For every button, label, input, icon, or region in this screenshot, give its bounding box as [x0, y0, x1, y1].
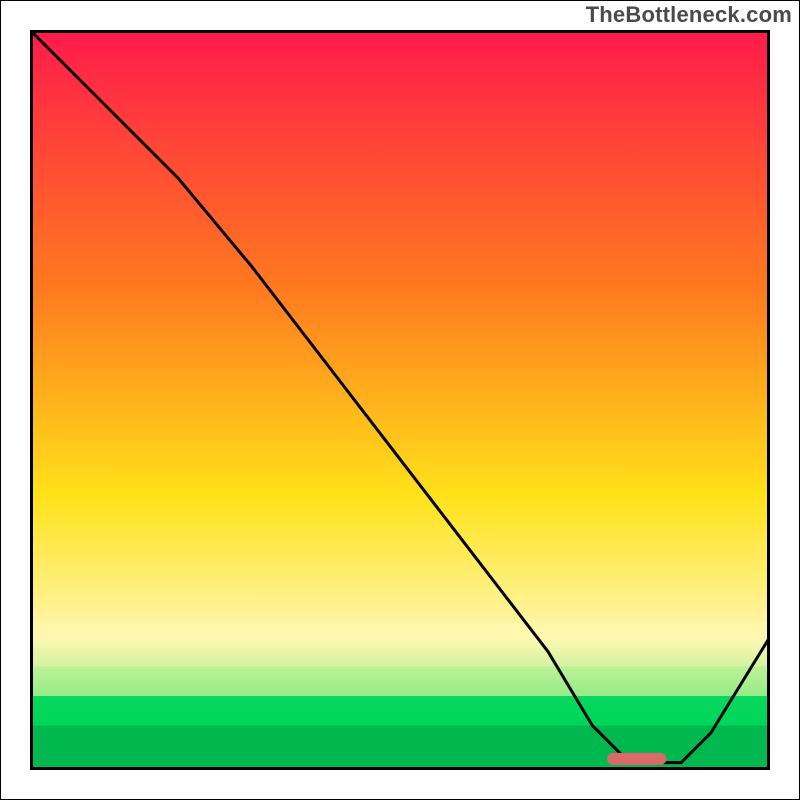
watermark-text: TheBottleneck.com — [586, 2, 792, 28]
plot-area — [30, 30, 770, 770]
bottom-bands — [30, 622, 770, 770]
optimal-marker — [607, 753, 666, 765]
chart-stage: TheBottleneck.com — [0, 0, 800, 800]
plot-svg — [30, 30, 770, 770]
